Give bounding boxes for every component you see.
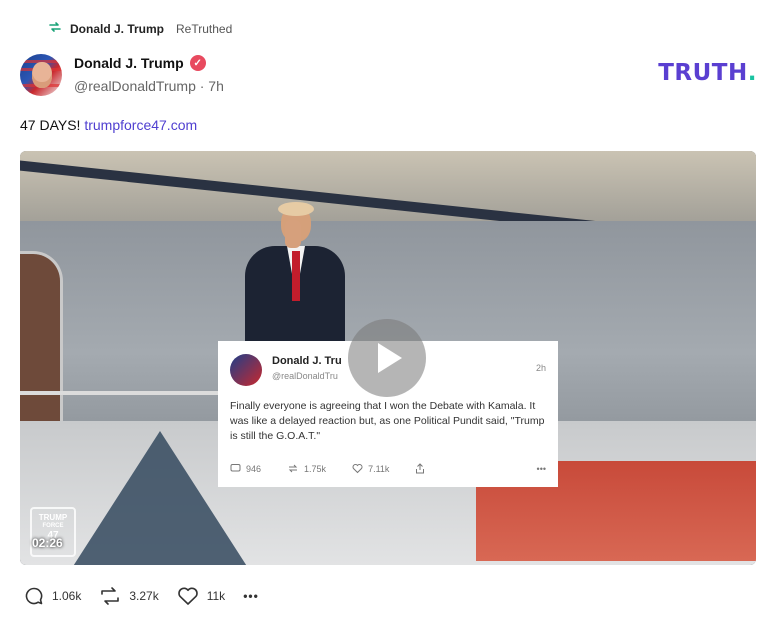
embedded-reply: 946 — [230, 463, 261, 474]
reply-icon — [25, 587, 43, 605]
post-link[interactable]: trumpforce47.com — [84, 117, 197, 133]
reply-count: 1.06k — [52, 589, 82, 603]
embedded-actions: 946 1.75k 7.11k ••• — [230, 463, 546, 474]
play-icon — [378, 343, 402, 373]
embedded-avatar — [230, 354, 262, 386]
reply-icon — [230, 464, 241, 472]
embedded-time: 2h — [535, 363, 546, 373]
like-count: 11k — [206, 589, 226, 603]
avatar[interactable] — [20, 54, 62, 96]
more-icon: ••• — [243, 589, 259, 603]
share-icon — [415, 463, 425, 474]
more-icon: ••• — [536, 463, 546, 474]
embedded-name: Donald J. Tru — [272, 355, 342, 367]
truth-logo: TRUTH. — [658, 60, 757, 86]
retruth-icon — [101, 587, 120, 605]
retruth-button[interactable]: 3.27k — [99, 586, 159, 606]
play-button[interactable] — [348, 319, 426, 397]
retruth-label: ReTruthed — [176, 21, 233, 36]
like-button[interactable]: 11k — [177, 586, 225, 606]
embedded-like: 7.11k — [352, 463, 389, 474]
embedded-body: Finally everyone is agreeing that I won … — [230, 400, 545, 442]
retruth-icon — [48, 20, 62, 37]
retruth-count: 3.27k — [129, 589, 159, 603]
heart-icon — [352, 464, 363, 474]
embedded-handle: @realDonaldTru — [272, 371, 338, 381]
retweet-icon — [288, 464, 298, 473]
verified-badge-icon: ✓ — [189, 55, 206, 71]
retruth-user-name[interactable]: Donald J. Trump — [70, 22, 164, 36]
video-duration: 02:26 — [32, 536, 63, 550]
author-handle: @realDonaldTrump · 7h — [74, 78, 224, 94]
author-info: Donald J. Trump ✓ @realDonaldTrump · 7h — [74, 55, 224, 94]
post-actions: 1.06k 3.27k 11k ••• — [24, 586, 259, 606]
post-text: 47 DAYS! trumpforce47.com — [20, 117, 197, 133]
embedded-retweet: 1.75k — [287, 463, 326, 474]
reply-button[interactable]: 1.06k — [24, 586, 81, 606]
retruth-indicator: Donald J. Trump ReTruthed — [48, 20, 232, 37]
heart-icon — [177, 587, 198, 605]
post-body: 47 DAYS! — [20, 117, 85, 133]
author-display-name[interactable]: Donald J. Trump — [74, 55, 184, 71]
more-button[interactable]: ••• — [243, 589, 259, 603]
video-player[interactable]: Donald J. Tru @realDonaldTru 2h Finally … — [20, 151, 756, 565]
